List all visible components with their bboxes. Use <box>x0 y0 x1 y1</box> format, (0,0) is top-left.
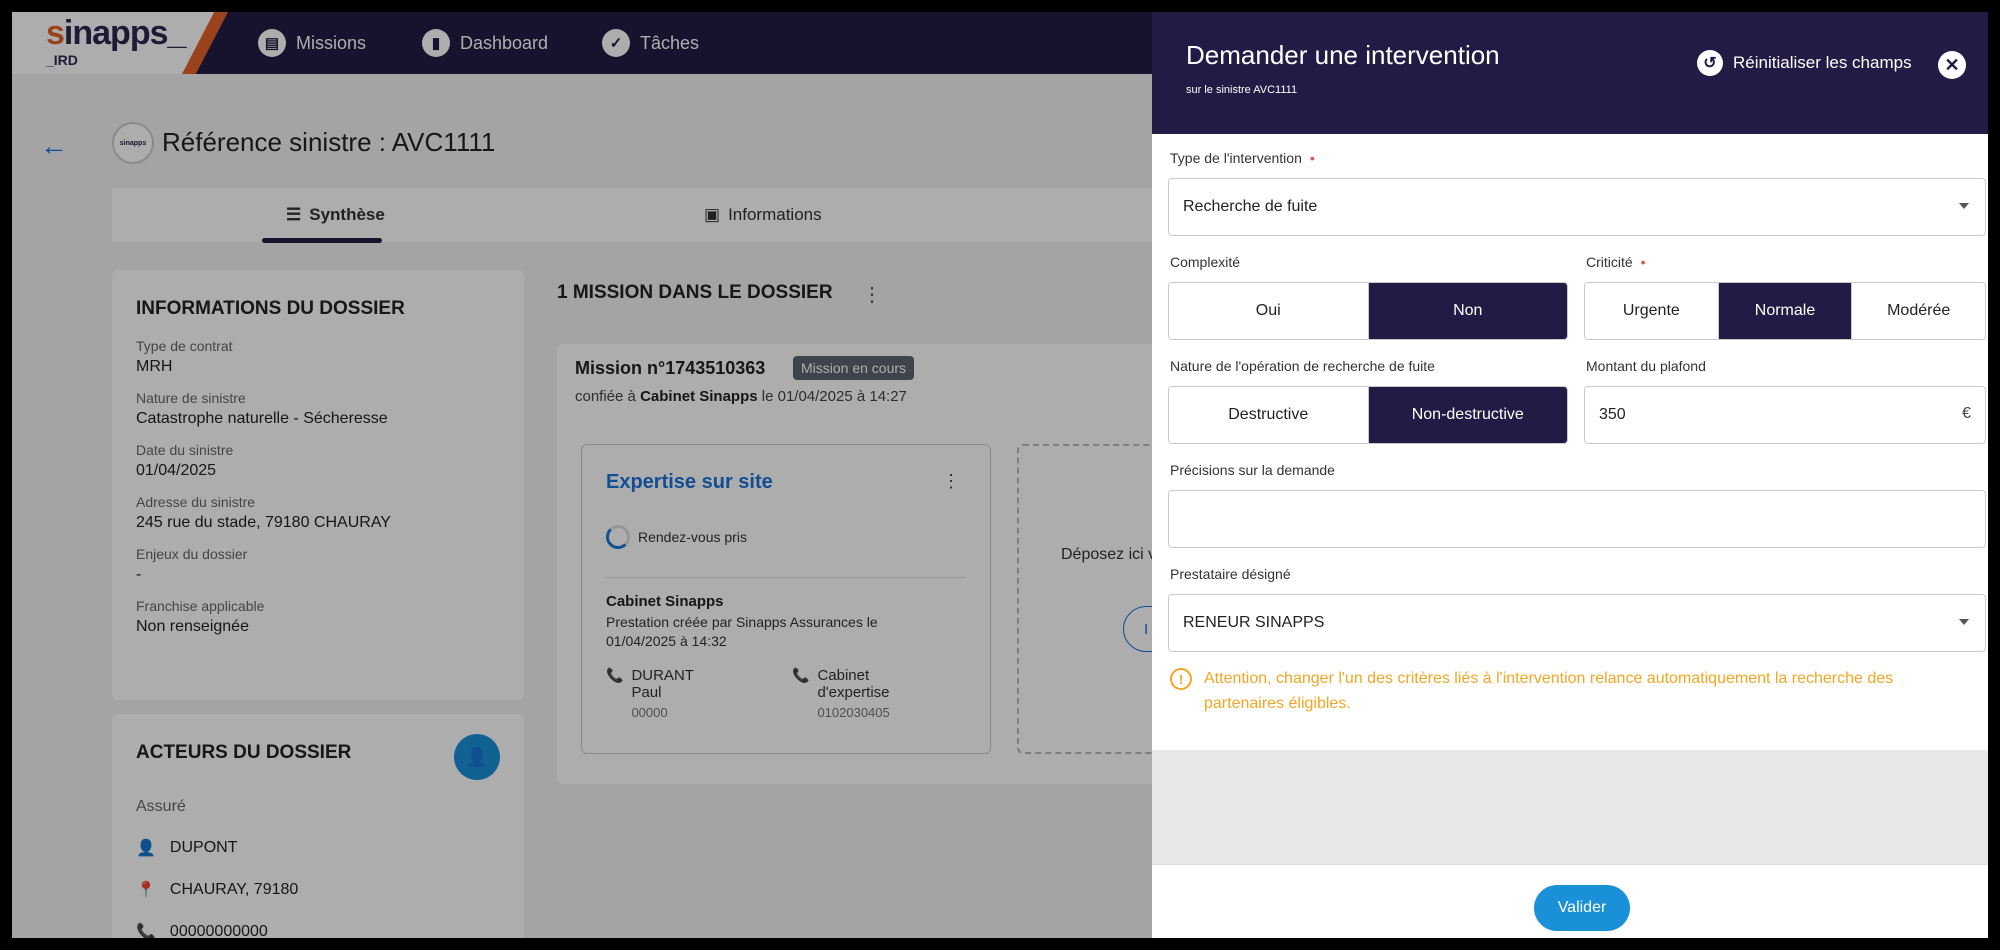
nature-toggle[interactable]: Destructive Non-destructive <box>1168 386 1568 444</box>
warning-text: Attention, changer l'un des critères lié… <box>1204 670 1894 712</box>
caret-down-icon <box>1959 619 1969 625</box>
criticite-normale[interactable]: Normale <box>1718 283 1853 339</box>
montant-value: 350 <box>1599 406 1626 423</box>
close-icon[interactable]: ✕ <box>1938 51 1966 79</box>
complexite-oui[interactable]: Oui <box>1169 283 1369 339</box>
drawer-title: Demander une intervention <box>1186 40 1500 70</box>
complexite-non[interactable]: Non <box>1368 283 1567 339</box>
type-value: Recherche de fuite <box>1183 198 1318 215</box>
prestataire-label: Prestataire désigné <box>1170 566 1291 582</box>
nature-destructive[interactable]: Destructive <box>1169 387 1369 443</box>
drawer-header: Demander une intervention sur le sinistr… <box>1152 12 1988 134</box>
valider-button[interactable]: Valider <box>1534 885 1630 931</box>
precisions-label: Précisions sur la demande <box>1170 462 1335 478</box>
euro-icon: € <box>1962 405 1971 422</box>
intervention-drawer: Demander une intervention sur le sinistr… <box>1152 12 1988 938</box>
reset-icon: ↺ <box>1697 50 1723 76</box>
reset-label: Réinitialiser les champs <box>1733 53 1912 72</box>
montant-input[interactable]: 350 € <box>1584 386 1986 444</box>
type-select[interactable]: Recherche de fuite <box>1168 178 1986 236</box>
complexite-toggle[interactable]: Oui Non <box>1168 282 1568 340</box>
drawer-footer: Valider <box>1152 864 1988 938</box>
montant-label: Montant du plafond <box>1586 358 1706 374</box>
type-label: Type de l'intervention • <box>1170 150 1315 166</box>
criticite-toggle[interactable]: Urgente Normale Modérée <box>1584 282 1986 340</box>
precisions-input[interactable] <box>1168 490 1986 548</box>
prestataire-value: RENEUR SINAPPS <box>1183 614 1325 631</box>
nature-non-destructive[interactable]: Non-destructive <box>1368 387 1567 443</box>
criticite-moderee[interactable]: Modérée <box>1852 283 1985 339</box>
caret-down-icon <box>1959 203 1969 209</box>
warning-icon: ! <box>1170 668 1192 690</box>
drawer-spacer <box>1152 750 1988 864</box>
prestataire-select[interactable]: RENEUR SINAPPS <box>1168 594 1986 652</box>
criticite-urgente[interactable]: Urgente <box>1585 283 1719 339</box>
criticite-label: Criticité • <box>1586 254 1646 270</box>
app-frame: sinapps_ _IRD ▤ Missions ▮ Dashboard ✓ T… <box>12 12 1988 938</box>
reset-fields-button[interactable]: ↺ Réinitialiser les champs <box>1697 50 1912 76</box>
complexite-label: Complexité <box>1170 254 1241 270</box>
drawer-subtitle: sur le sinistre AVC1111 <box>1186 84 1298 96</box>
warning-message: ! Attention, changer l'un des critères l… <box>1170 666 1970 716</box>
nature-label: Nature de l'opération de recherche de fu… <box>1170 358 1435 374</box>
